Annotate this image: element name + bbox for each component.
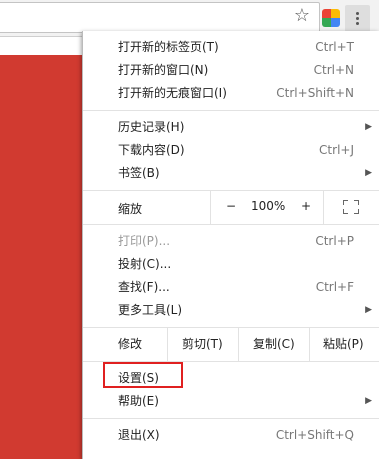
menu-item-shortcut: Ctrl+F [315,280,354,294]
submenu-arrow-icon: ▶ [365,168,372,178]
browser-menu: 打开新的标签页(T) Ctrl+T 打开新的窗口(N) Ctrl+N 打开新的无… [82,31,379,459]
page-header-strip [0,37,90,55]
menu-item-label: 打开新的标签页(T) [118,40,219,54]
submenu-arrow-icon: ▶ [365,396,372,406]
menu-separator [83,418,379,419]
paste-button[interactable]: 粘贴(P) [323,328,364,361]
menu-item-downloads[interactable]: 下载内容(D) Ctrl+J [83,139,379,162]
menu-item-cast[interactable]: 投射(C)... [83,253,379,276]
menu-item-shortcut: Ctrl+N [313,63,354,77]
menu-separator [83,110,379,111]
submenu-arrow-icon: ▶ [365,122,372,132]
menu-item-label: 查找(F)... [118,280,170,294]
zoom-row: 缩放 − 100% + [83,191,379,224]
menu-item-shortcut: Ctrl+Shift+N [276,86,354,100]
menu-item-shortcut: Ctrl+Shift+Q [275,428,354,442]
extension-icon[interactable] [322,9,340,27]
menu-item-new-window[interactable]: 打开新的窗口(N) Ctrl+N [83,59,379,82]
menu-item-label: 打印(P)... [118,234,171,248]
divider [309,328,310,361]
submenu-arrow-icon: ▶ [365,305,372,315]
menu-item-label: 更多工具(L) [118,303,183,317]
menu-item-new-incognito[interactable]: 打开新的无痕窗口(I) Ctrl+Shift+N [83,82,379,105]
divider [323,191,324,224]
edit-label: 修改 [118,337,143,351]
menu-item-history[interactable]: 历史记录(H) ▶ [83,116,379,139]
menu-item-label: 帮助(E) [118,394,159,408]
menu-item-new-tab[interactable]: 打开新的标签页(T) Ctrl+T [83,36,379,59]
menu-item-shortcut: Ctrl+P [315,234,354,248]
cut-button[interactable]: 剪切(T) [182,328,223,361]
menu-item-shortcut: Ctrl+J [319,143,354,157]
menu-item-find[interactable]: 查找(F)... Ctrl+F [83,276,379,299]
menu-item-label: 退出(X) [118,428,160,442]
menu-item-label: 打开新的窗口(N) [118,63,209,77]
zoom-label: 缩放 [118,202,143,216]
page-content [0,37,90,459]
zoom-level: 100% [251,199,286,213]
menu-separator [83,224,379,225]
menu-item-label: 书签(B) [118,166,160,180]
menu-item-label: 历史记录(H) [118,120,185,134]
divider [238,328,239,361]
copy-button[interactable]: 复制(C) [253,328,295,361]
menu-item-label: 下载内容(D) [118,143,185,157]
menu-item-help[interactable]: 帮助(E) ▶ [83,390,379,413]
divider [167,328,168,361]
menu-item-bookmarks[interactable]: 书签(B) ▶ [83,162,379,185]
menu-item-exit[interactable]: 退出(X) Ctrl+Shift+Q [83,424,379,447]
divider [210,191,211,224]
zoom-in-button[interactable]: + [301,199,311,213]
menu-item-label: 打开新的无痕窗口(I) [118,86,227,100]
kebab-menu-icon[interactable] [345,5,370,32]
settings-highlight-box [103,362,183,388]
zoom-out-button[interactable]: − [226,199,236,213]
menu-item-more-tools[interactable]: 更多工具(L) ▶ [83,299,379,322]
edit-row: 修改 剪切(T) 复制(C) 粘贴(P) [83,328,379,361]
menu-item-print[interactable]: 打印(P)... Ctrl+P [83,230,379,253]
menu-item-shortcut: Ctrl+T [315,40,354,54]
address-bar[interactable] [0,2,320,33]
star-icon[interactable]: ☆ [292,6,312,26]
fullscreen-icon[interactable] [343,200,359,214]
menu-item-label: 投射(C)... [118,257,172,271]
